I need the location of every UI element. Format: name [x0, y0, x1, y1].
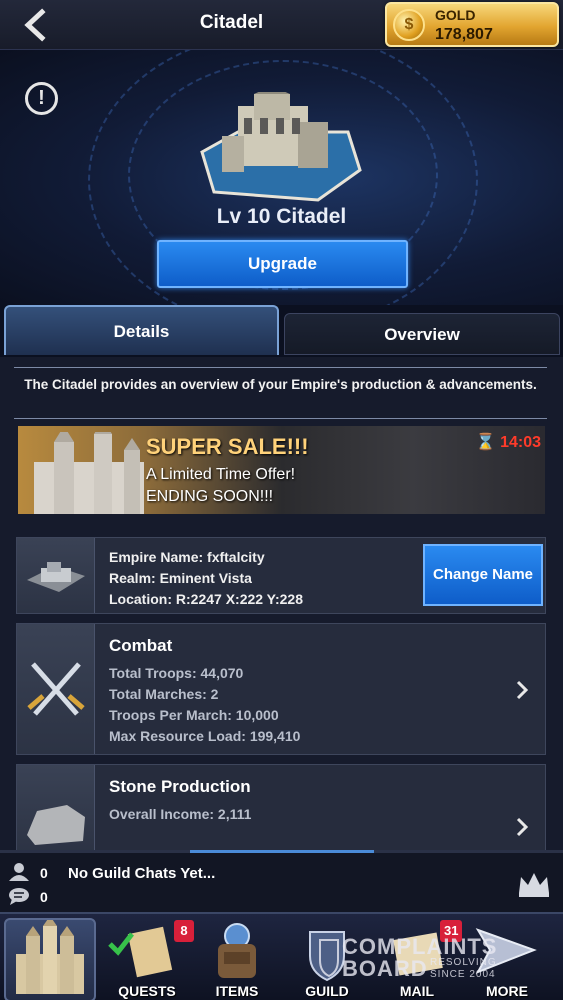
- sale-timer-value: 14:03: [500, 434, 541, 451]
- empire-details: Empire Name: fxftalcity Realm: Eminent V…: [109, 547, 303, 610]
- info-icon[interactable]: !: [25, 82, 58, 115]
- chevron-right-icon: [516, 817, 529, 837]
- chevron-right-icon: [516, 680, 529, 700]
- upgrade-button[interactable]: Upgrade: [157, 240, 408, 288]
- watermark-tag1: RESOLVING: [430, 957, 497, 968]
- change-name-button[interactable]: Change Name: [423, 544, 543, 606]
- castle-icon: [16, 916, 84, 994]
- combat-thumbnail: [17, 624, 95, 754]
- citadel-building-icon: [200, 92, 362, 202]
- watermark-tagline: RESOLVING SINCE 2004: [430, 957, 497, 981]
- overall-income: Overall Income: 2,111: [109, 806, 252, 822]
- building-level-title: Lv 10 Citadel: [216, 205, 347, 228]
- empire-thumbnail: [17, 538, 95, 613]
- empire-name: Empire Name: fxftalcity: [109, 549, 265, 565]
- gold-label: GOLD: [435, 7, 476, 23]
- sale-timer: ⌛ 14:03: [476, 432, 541, 452]
- combat-card[interactable]: Combat Total Troops: 44,070 Total Marche…: [16, 623, 546, 755]
- quests-badge: 8: [174, 920, 194, 942]
- city-icon: [27, 562, 85, 592]
- citadel-description: The Citadel provides an overview of your…: [14, 367, 547, 419]
- watermark-shield-icon: [319, 939, 339, 978]
- stone-title: Stone Production: [109, 777, 251, 796]
- gold-value: 178,807: [435, 26, 493, 43]
- castle-illustration-icon: [34, 432, 144, 514]
- nav-quests-label: QUESTS: [118, 983, 176, 999]
- backpack-icon: [218, 923, 256, 978]
- nav-items[interactable]: ITEMS: [194, 922, 280, 1000]
- building-hero: ! Lv 10 Citadel Upgrade: [0, 50, 563, 305]
- total-marches: Total Marches: 2: [109, 686, 219, 702]
- crossed-swords-icon: [27, 662, 85, 716]
- gold-coin-icon: $: [393, 9, 425, 41]
- complaints-board-watermark: COMPLAINTS BOARD RESOLVING SINCE 2004: [318, 932, 518, 994]
- chat-bubble-icon: [9, 888, 29, 905]
- stone-production-card[interactable]: Stone Production Overall Income: 2,111: [16, 764, 546, 850]
- details-panel: The Citadel provides an overview of your…: [0, 357, 563, 850]
- home-castle-button[interactable]: [4, 916, 96, 1000]
- stone-icon: [27, 805, 85, 845]
- stone-thumbnail: [17, 765, 95, 850]
- sale-title: SUPER SALE!!!: [146, 434, 309, 459]
- watermark-line2: BOARD: [342, 956, 428, 981]
- nav-items-label: ITEMS: [215, 983, 259, 999]
- tab-details[interactable]: Details: [4, 305, 279, 355]
- top-bar: Citadel $ GOLD 178,807: [0, 0, 563, 50]
- max-resource-load: Max Resource Load: 199,410: [109, 728, 301, 744]
- total-troops: Total Troops: 44,070: [109, 665, 244, 681]
- person-icon: [9, 863, 29, 881]
- guild-chat-bar: 0 0 No Guild Chats Yet...: [0, 850, 563, 912]
- hourglass-icon: ⌛: [475, 434, 496, 451]
- sale-subtitle: A Limited Time Offer!: [146, 466, 296, 483]
- online-count: 0: [40, 865, 48, 881]
- gold-balance-button[interactable]: $ GOLD 178,807: [385, 2, 559, 47]
- watermark-tag2: SINCE 2004: [430, 969, 496, 980]
- tab-overview[interactable]: Overview: [284, 313, 560, 355]
- tab-bar: Details Overview: [0, 305, 563, 357]
- combat-title: Combat: [109, 636, 173, 655]
- empire-info-card: Empire Name: fxftalcity Realm: Eminent V…: [16, 537, 546, 614]
- super-sale-banner[interactable]: SUPER SALE!!! A Limited Time Offer! ENDI…: [18, 426, 545, 514]
- chat-drag-handle[interactable]: [190, 850, 374, 853]
- empire-realm: Realm: Eminent Vista: [109, 570, 252, 586]
- message-count: 0: [40, 889, 48, 905]
- troops-per-march: Troops Per March: 10,000: [109, 707, 279, 723]
- empire-location: Location: R:2247 X:222 Y:228: [109, 591, 304, 607]
- sale-ending-text: ENDING SOON!!!: [146, 488, 274, 505]
- crown-icon[interactable]: [517, 871, 551, 897]
- nav-quests[interactable]: 8 QUESTS: [104, 920, 194, 1000]
- bottom-navigation: 8 QUESTS ITEMS GUILD 31 MAIL MORE COMPLA…: [0, 912, 563, 1000]
- guild-chat-preview[interactable]: No Guild Chats Yet...: [68, 865, 215, 882]
